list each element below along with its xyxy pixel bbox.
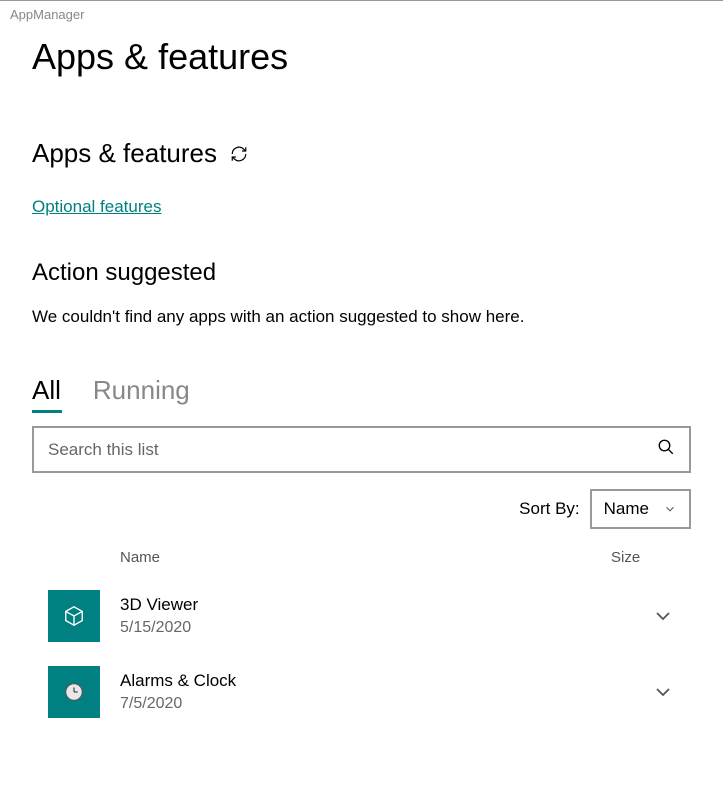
chevron-down-icon[interactable]: [651, 604, 675, 628]
tabs: All Running: [32, 375, 691, 412]
refresh-icon[interactable]: [229, 144, 249, 164]
section-heading-row: Apps & features: [32, 138, 691, 169]
cube-icon: [48, 590, 100, 642]
sort-selected-value: Name: [604, 499, 649, 519]
action-suggested-heading: Action suggested: [32, 259, 691, 287]
list-header: Name Size: [32, 549, 691, 578]
tab-running[interactable]: Running: [93, 375, 190, 412]
app-name: Alarms & Clock: [120, 671, 651, 691]
app-row[interactable]: Alarms & Clock 7/5/2020: [32, 654, 691, 730]
app-info: 3D Viewer 5/15/2020: [120, 595, 651, 637]
optional-features-link[interactable]: Optional features: [32, 197, 161, 217]
search-icon[interactable]: [657, 438, 675, 461]
chevron-down-icon[interactable]: [651, 680, 675, 704]
column-name: Name: [120, 549, 611, 566]
section-heading: Apps & features: [32, 138, 217, 169]
app-name: 3D Viewer: [120, 595, 651, 615]
app-row[interactable]: 3D Viewer 5/15/2020: [32, 578, 691, 654]
action-suggested-text: We couldn't find any apps with an action…: [32, 307, 691, 327]
search-input[interactable]: [48, 440, 657, 460]
page-title: Apps & features: [32, 36, 691, 78]
column-size: Size: [611, 549, 691, 566]
sort-select[interactable]: Name: [590, 489, 691, 529]
window-title: AppManager: [0, 1, 723, 28]
app-date: 5/15/2020: [120, 619, 651, 637]
tab-all[interactable]: All: [32, 375, 61, 412]
app-date: 7/5/2020: [120, 695, 651, 713]
sort-label: Sort By:: [519, 499, 579, 519]
chevron-down-icon: [663, 502, 677, 516]
clock-icon: [48, 666, 100, 718]
app-info: Alarms & Clock 7/5/2020: [120, 671, 651, 713]
sort-row: Sort By: Name: [32, 489, 691, 529]
search-container[interactable]: [32, 426, 691, 473]
